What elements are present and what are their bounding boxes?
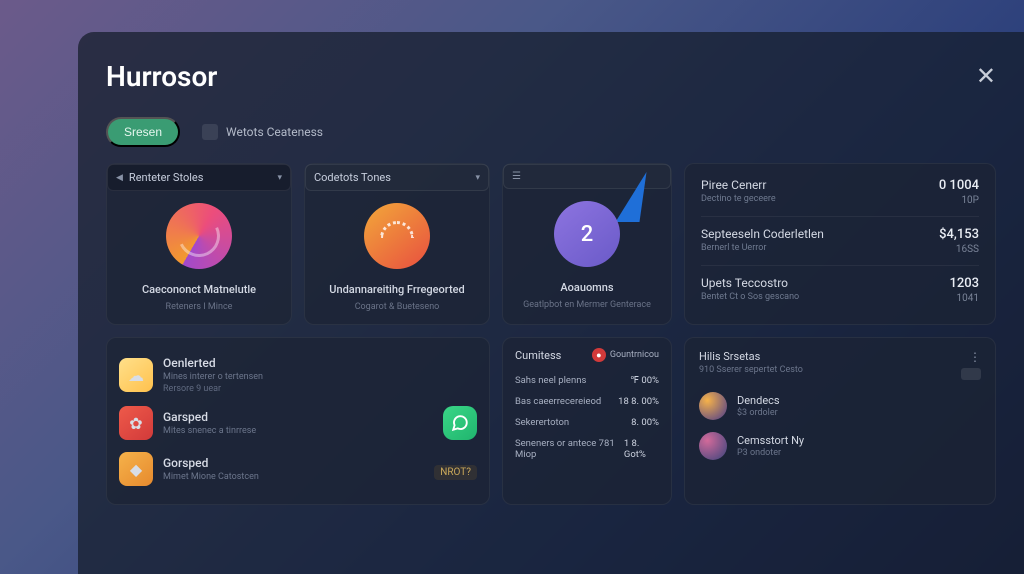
stat-vsub: 1041 <box>949 293 979 304</box>
tab-pill[interactable]: Sresen <box>106 117 180 147</box>
metrics-panel: Cumitess ● Gountrnicou Sahs neel plenns … <box>502 337 672 505</box>
stat-sub: Bernerl te Uerror <box>701 243 824 253</box>
chevron-left-icon: ◀ <box>116 173 123 183</box>
arc-icon <box>364 203 430 269</box>
stat-value: $4,153 <box>939 227 979 242</box>
stat-row[interactable]: Piree Cenerr Dectino te geceere 0 1004 1… <box>701 178 979 206</box>
main-panel: Hurrosor ✕ Sresen Wetots Ceateness ◀ Ren… <box>78 32 1024 574</box>
stat-sub: Dectino te geceere <box>701 194 776 204</box>
stat-vsub: 10P <box>939 195 979 206</box>
card-b-head: Codetots Tones <box>314 171 391 184</box>
app-icon: ☁ <box>119 358 153 392</box>
card-accounts[interactable]: ☰ 2 Aoauomns Geatlpbot en Mermer Gentera… <box>502 163 672 325</box>
app-title: Hurrosor <box>106 60 217 93</box>
metric-value: ℉ 00% <box>630 375 659 386</box>
app-badge: NROT? <box>434 460 477 479</box>
stat-row[interactable]: Upets Teccostro Bentet Ct o Sos gescano … <box>701 276 979 304</box>
count-badge: 2 <box>554 201 620 267</box>
metric-label: Seneners or antece 781 Miop <box>515 438 624 460</box>
app-sub2: Rersore 9 uear <box>163 384 263 394</box>
metric-row: Sahs neel plenns ℉ 00% <box>515 370 659 391</box>
app-list: ☁ Oenlerted Mines interer o tertensen Re… <box>106 337 490 505</box>
person-name: Dendecs <box>737 394 780 407</box>
metrics-badge-label: Gountrnicou <box>610 350 659 360</box>
card-a-head: Renteter Stoles <box>129 171 204 184</box>
people-head: Hilis Srsetas 910 Sserer sepertet Cesto … <box>699 350 981 380</box>
metric-value: 8. 00% <box>631 417 659 428</box>
avatar <box>699 392 727 420</box>
chat-icon <box>443 406 477 440</box>
people-panel: Hilis Srsetas 910 Sserer sepertet Cesto … <box>684 337 996 505</box>
metric-label: Sekerertoton <box>515 417 569 428</box>
app-icon: ✿ <box>119 406 153 440</box>
metric-value: 18 8. 00% <box>618 396 659 407</box>
stat-value: 1203 <box>949 276 979 291</box>
metric-label: Sahs neel plenns <box>515 375 586 386</box>
person-name: Cemsstort Ny <box>737 434 804 447</box>
tab-secondary[interactable]: Wetots Ceateness <box>202 124 323 140</box>
stat-label: Piree Cenerr <box>701 178 776 192</box>
filter-icon: ☰ <box>512 171 521 182</box>
app-sub: Mines interer o tertensen <box>163 372 263 382</box>
app-sub: Mimet Mione Catostcen <box>163 472 259 482</box>
stats-panel: Piree Cenerr Dectino te geceere 0 1004 1… <box>684 163 996 325</box>
app-icon: ◆ <box>119 452 153 486</box>
metrics-head: Cumitess ● Gountrnicou <box>515 348 659 362</box>
tab-icon <box>202 124 218 140</box>
gauge-icon <box>166 203 232 269</box>
stat-sub: Bentet Ct o Sos gescano <box>701 292 799 302</box>
pill-badge <box>961 368 981 380</box>
bottom-grid: ☁ Oenlerted Mines interer o tertensen Re… <box>106 337 996 505</box>
card-categories[interactable]: ◀ Renteter Stoles ▾ Caecononct Matnelutl… <box>106 163 292 325</box>
divider <box>701 216 979 217</box>
header: Hurrosor ✕ <box>106 60 996 93</box>
card-a-title: Caecononct Matnelutle <box>119 283 279 296</box>
stat-value: 0 1004 <box>939 178 979 193</box>
metric-label: Bas caeerrecereieod <box>515 396 601 407</box>
app-title: Oenlerted <box>163 356 263 370</box>
close-button[interactable]: ✕ <box>976 62 996 91</box>
app-sub: Mites snenec a tinrrese <box>163 426 256 436</box>
chevron-down-icon: ▾ <box>277 173 282 183</box>
card-b-dropdown[interactable]: Codetots Tones ▾ <box>305 164 489 191</box>
app-title: Garsped <box>163 410 256 424</box>
chevron-down-icon: ▾ <box>475 173 480 183</box>
menu-icon[interactable]: ⋮ <box>969 350 981 364</box>
card-a-dropdown[interactable]: ◀ Renteter Stoles ▾ <box>107 164 291 191</box>
tab-label: Wetots Ceateness <box>226 125 323 139</box>
metric-row: Sekerertoton 8. 00% <box>515 412 659 433</box>
card-a-sub: Reteners I Mince <box>119 302 279 312</box>
card-b-title: Undannareitihg Frregeorted <box>317 283 477 296</box>
divider <box>701 265 979 266</box>
app-action[interactable] <box>443 406 477 440</box>
alert-badge-icon: ● <box>592 348 606 362</box>
tabs-row: Sresen Wetots Ceateness <box>106 117 996 147</box>
metric-row: Seneners or antece 781 Miop 1 8. Got% <box>515 433 659 465</box>
person-row[interactable]: Dendecs $3 ordoler <box>699 392 981 420</box>
metric-value: 1 8. Got% <box>624 438 659 460</box>
card-b-sub: Cogarot & Bueteseno <box>317 302 477 312</box>
stat-label: Septeeseln Coderletlen <box>701 227 824 241</box>
avatar <box>699 432 727 460</box>
person-sub: P3 ondoter <box>737 448 804 458</box>
card-tones[interactable]: Codetots Tones ▾ Undannareitihg Frregeor… <box>304 163 490 325</box>
app-title: Gorsped <box>163 456 259 470</box>
stat-row[interactable]: Septeeseln Coderletlen Bernerl te Uerror… <box>701 227 979 255</box>
metric-row: Bas caeerrecereieod 18 8. 00% <box>515 391 659 412</box>
person-sub: $3 ordoler <box>737 408 780 418</box>
people-title: Hilis Srsetas <box>699 350 803 363</box>
metrics-title: Cumitess <box>515 349 561 362</box>
card-c-sub: Geatlpbot en Mermer Genterace <box>515 300 659 310</box>
list-item[interactable]: ☁ Oenlerted Mines interer o tertensen Re… <box>119 350 477 400</box>
stat-vsub: 16SS <box>939 244 979 255</box>
top-grid: ◀ Renteter Stoles ▾ Caecononct Matnelutl… <box>106 163 996 325</box>
list-item[interactable]: ◆ Gorsped Mimet Mione Catostcen NROT? <box>119 446 477 492</box>
list-item[interactable]: ✿ Garsped Mites snenec a tinrrese <box>119 400 477 446</box>
card-c-title: Aoauomns <box>515 281 659 294</box>
people-sub: 910 Sserer sepertet Cesto <box>699 365 803 375</box>
person-row[interactable]: Cemsstort Ny P3 ondoter <box>699 432 981 460</box>
close-icon: ✕ <box>976 63 996 90</box>
stat-label: Upets Teccostro <box>701 276 799 290</box>
